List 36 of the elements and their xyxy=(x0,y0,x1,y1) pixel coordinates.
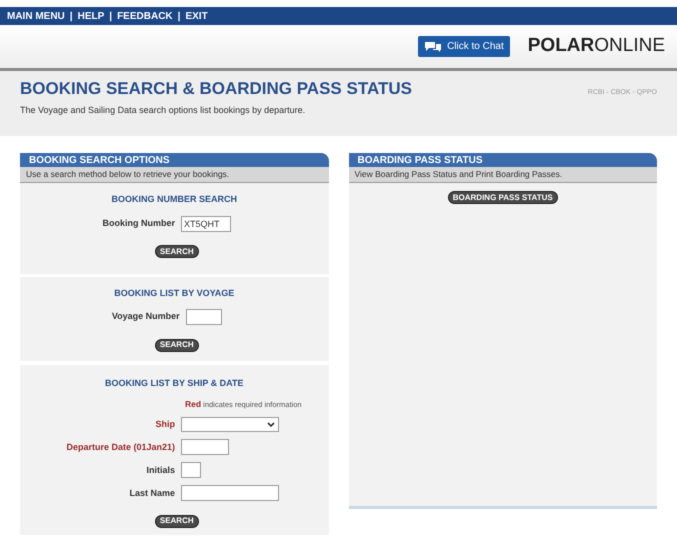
panel-header: BOARDING PASS STATUS xyxy=(348,153,657,167)
menu-separator: | xyxy=(70,10,73,24)
chat-bubbles-icon xyxy=(424,40,442,52)
boarding-pass-status-button[interactable]: BOARDING PASS STATUS xyxy=(448,191,558,204)
section-title: BOOKING LIST BY VOYAGE xyxy=(114,286,234,300)
field-label: Initials xyxy=(145,464,175,476)
field-label: Departure Date (01Jan21) xyxy=(65,440,175,454)
section-title: BOOKING NUMBER SEARCH xyxy=(111,193,237,206)
input-field[interactable] xyxy=(181,485,279,502)
field-label: Ship xyxy=(154,418,175,431)
menu-link[interactable]: HELP xyxy=(78,8,104,24)
search-button[interactable]: SEARCH xyxy=(154,338,199,352)
panel-description: Use a search method below to retrieve your bookings. xyxy=(20,167,328,183)
field-label: Booking Number xyxy=(102,216,175,230)
search-button[interactable]: SEARCH xyxy=(154,245,199,258)
search-button[interactable]: SEARCH xyxy=(154,514,199,528)
section-title: BOOKING LIST BY SHIP & DATE xyxy=(104,377,244,390)
field-label: Voyage Number xyxy=(112,310,180,324)
input-field[interactable] xyxy=(186,309,222,325)
menu-separator: | xyxy=(178,10,180,24)
page-subtitle: The Voyage and Sailing Data search options list bookings by departure. xyxy=(20,104,306,117)
field-label: Last Name xyxy=(128,486,175,500)
chat-button[interactable]: Click to Chat xyxy=(418,36,510,57)
menu-link[interactable]: EXIT xyxy=(185,8,208,24)
menu-link[interactable]: MAIN MENU xyxy=(7,8,65,24)
menu-link[interactable]: FEEDBACK xyxy=(117,8,173,24)
input-field[interactable] xyxy=(181,439,229,456)
input-field[interactable] xyxy=(181,462,201,478)
chevron-down-icon xyxy=(267,422,275,428)
panel-description: View Boarding Pass Status and Print Boarding Passes. xyxy=(348,167,657,183)
ship-dropdown[interactable] xyxy=(181,417,279,432)
panel-header: BOOKING SEARCH OPTIONS xyxy=(20,153,328,167)
page-title: BOOKING SEARCH & BOARDING PASS STATUS xyxy=(20,80,412,97)
logo: POLARONLINE xyxy=(528,34,665,58)
menu-separator: | xyxy=(109,10,112,24)
input-field[interactable]: XT5QHT xyxy=(181,216,231,232)
